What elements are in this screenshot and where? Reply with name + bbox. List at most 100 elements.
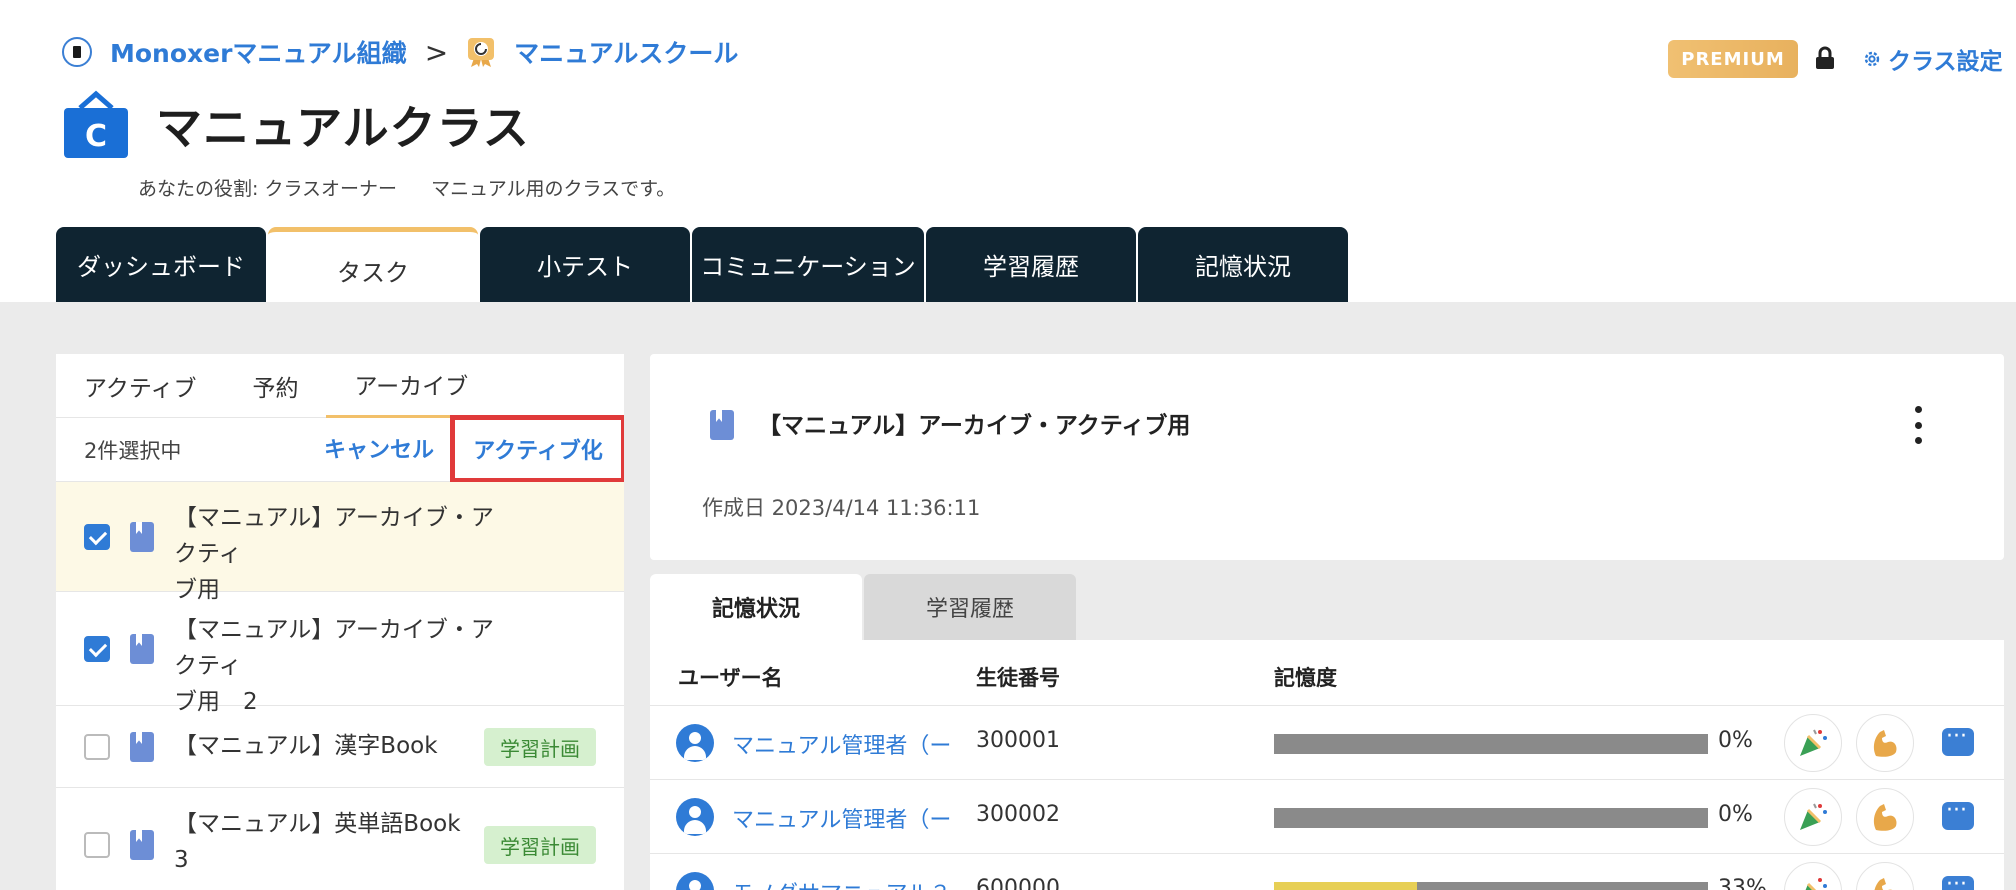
student-number: 300001 xyxy=(976,728,1060,753)
encourage-button[interactable] xyxy=(1856,862,1914,890)
study-plan-badge: 学習計画 xyxy=(484,826,596,864)
memory-progress-bar xyxy=(1274,808,1708,828)
lock-icon xyxy=(1814,46,1836,70)
avatar xyxy=(676,798,714,836)
table-row: マニュアル管理者（ー 300001 0% xyxy=(650,706,2004,780)
task-title-line1: 【マニュアル】アーカイブ・アクティ xyxy=(174,617,494,679)
task-checkbox[interactable] xyxy=(84,636,110,662)
premium-badge: PREMIUM xyxy=(1668,40,1798,78)
role-text: あなたの役割: クラスオーナー xyxy=(138,178,398,200)
task-title: 【マニュアル】アーカイブ・アクティ ブ用 2 xyxy=(174,612,494,720)
task-detail-title: 【マニュアル】アーカイブ・アクティブ用 xyxy=(758,413,1191,439)
memory-status-table: ユーザー名 生徒番号 記憶度 マニュアル管理者（ー 300001 0% マニュア… xyxy=(650,640,2004,890)
class-settings-label: クラス設定 xyxy=(1888,49,2003,75)
table-header: ユーザー名 生徒番号 記憶度 xyxy=(650,640,2004,706)
party-popper-icon xyxy=(1800,803,1827,830)
tab-tasks[interactable]: タスク xyxy=(268,227,478,302)
class-settings-link[interactable]: クラス設定 xyxy=(1862,42,2003,76)
subtab-archive[interactable]: アーカイブ xyxy=(326,354,497,418)
breadcrumb-org-link[interactable]: Monoxerマニュアル組織 xyxy=(110,34,407,70)
cheer-button[interactable] xyxy=(1784,862,1842,890)
party-popper-icon xyxy=(1805,878,1827,890)
avatar xyxy=(676,724,714,762)
gear-icon xyxy=(1864,51,1880,67)
header-user-name: ユーザー名 xyxy=(678,666,783,690)
tab-learning-history[interactable]: 学習履歴 xyxy=(926,227,1136,302)
breadcrumb: Monoxerマニュアル組織 > マニュアルスクール xyxy=(62,34,738,70)
task-item[interactable]: 【マニュアル】アーカイブ・アクティ ブ用 xyxy=(56,482,624,603)
flexed-biceps-icon xyxy=(1873,804,1897,831)
book-icon xyxy=(130,830,154,860)
task-subtabs: アクティブ 予約 アーカイブ xyxy=(56,354,624,418)
activate-button[interactable]: アクティブ化 xyxy=(450,415,624,483)
student-number: 600000 xyxy=(976,876,1060,890)
table-row: モノグサマニュアル３ 600000 33% xyxy=(650,854,2004,890)
avatar xyxy=(676,872,714,890)
task-item[interactable]: 【マニュアル】漢字Book 学習計画 xyxy=(56,706,624,788)
memory-percent: 33% xyxy=(1718,876,1767,890)
flexed-biceps-icon xyxy=(1873,730,1897,757)
tab-memory-status[interactable]: 記憶状況 xyxy=(1138,227,1348,302)
class-icon: C xyxy=(62,90,130,158)
school-badge-icon xyxy=(466,36,496,68)
task-title: 【マニュアル】英単語Book 3 xyxy=(174,806,494,878)
subtab-active[interactable]: アクティブ xyxy=(56,354,224,418)
party-popper-icon xyxy=(1800,729,1827,756)
student-number: 300002 xyxy=(976,802,1060,827)
organization-icon xyxy=(62,37,92,67)
book-icon xyxy=(130,634,154,664)
user-name-link[interactable]: モノグサマニュアル３ xyxy=(732,876,951,890)
breadcrumb-separator: > xyxy=(424,35,449,69)
page-title: マニュアルクラス xyxy=(156,101,530,155)
study-plan-badge: 学習計画 xyxy=(484,728,596,766)
cancel-button[interactable]: キャンセル xyxy=(324,432,434,464)
main-tabs: ダッシュボード タスク 小テスト コミュニケーション 学習履歴 記憶状況 xyxy=(56,227,1350,302)
book-icon xyxy=(130,522,154,552)
header-student-number: 生徒番号 xyxy=(976,666,1060,690)
selection-count: 2件選択中 xyxy=(84,438,182,463)
message-icon[interactable] xyxy=(1942,724,1974,756)
tab-quiz[interactable]: 小テスト xyxy=(480,227,690,302)
memory-progress-bar xyxy=(1274,882,1708,890)
selection-bar: 2件選択中 キャンセル アクティブ化 xyxy=(56,415,624,483)
task-checkbox[interactable] xyxy=(84,832,110,858)
table-row: マニュアル管理者（ー 300002 0% xyxy=(650,780,2004,854)
memory-percent: 0% xyxy=(1718,728,1753,753)
memory-progress-fill xyxy=(1274,882,1418,890)
message-icon[interactable] xyxy=(1942,872,1974,890)
breadcrumb-school-link[interactable]: マニュアルスクール xyxy=(514,34,738,70)
memory-progress-bar xyxy=(1274,734,1708,754)
detail-tab-learning-history[interactable]: 学習履歴 xyxy=(864,574,1076,640)
message-icon[interactable] xyxy=(1942,798,1974,830)
cheer-button[interactable] xyxy=(1784,788,1842,846)
created-date: 作成日 2023/4/14 11:36:11 xyxy=(702,496,981,520)
user-name-link[interactable]: マニュアル管理者（ー xyxy=(732,728,951,760)
detail-tab-memory-status[interactable]: 記憶状況 xyxy=(650,574,862,640)
header-memory-level: 記憶度 xyxy=(1274,666,1337,690)
flexed-biceps-icon xyxy=(1874,878,1893,890)
subtab-scheduled[interactable]: 予約 xyxy=(224,354,326,418)
task-checkbox[interactable] xyxy=(84,734,110,760)
task-item[interactable]: 【マニュアル】アーカイブ・アクティ ブ用 2 xyxy=(56,592,624,715)
memory-percent: 0% xyxy=(1718,802,1753,827)
tab-dashboard[interactable]: ダッシュボード xyxy=(56,227,266,302)
user-name-link[interactable]: マニュアル管理者（ー xyxy=(732,802,951,834)
book-icon xyxy=(710,410,734,440)
task-list-panel: アクティブ 予約 アーカイブ 2件選択中 キャンセル アクティブ化 【マニュアル… xyxy=(56,354,624,890)
detail-tabs: 記憶状況 学習履歴 xyxy=(650,574,1076,640)
task-title: 【マニュアル】漢字Book xyxy=(174,733,438,759)
class-icon-letter: C xyxy=(85,119,107,154)
class-description: マニュアル用のクラスです。 xyxy=(431,178,676,200)
task-checkbox[interactable] xyxy=(84,524,110,550)
encourage-button[interactable] xyxy=(1856,714,1914,772)
task-item[interactable]: 【マニュアル】英単語Book 3 学習計画 xyxy=(56,788,624,890)
task-title-line2: 3 xyxy=(174,847,189,873)
cheer-button[interactable] xyxy=(1784,714,1842,772)
task-detail-card: 【マニュアル】アーカイブ・アクティブ用 作成日 2023/4/14 11:36:… xyxy=(650,354,2004,560)
task-title-line1: 【マニュアル】アーカイブ・アクティ xyxy=(174,505,494,567)
tab-communication[interactable]: コミュニケーション xyxy=(692,227,924,302)
more-options-icon[interactable] xyxy=(1912,406,1924,444)
class-meta: あなたの役割: クラスオーナー マニュアル用のクラスです。 xyxy=(138,174,703,201)
encourage-button[interactable] xyxy=(1856,788,1914,846)
book-icon xyxy=(130,732,154,762)
